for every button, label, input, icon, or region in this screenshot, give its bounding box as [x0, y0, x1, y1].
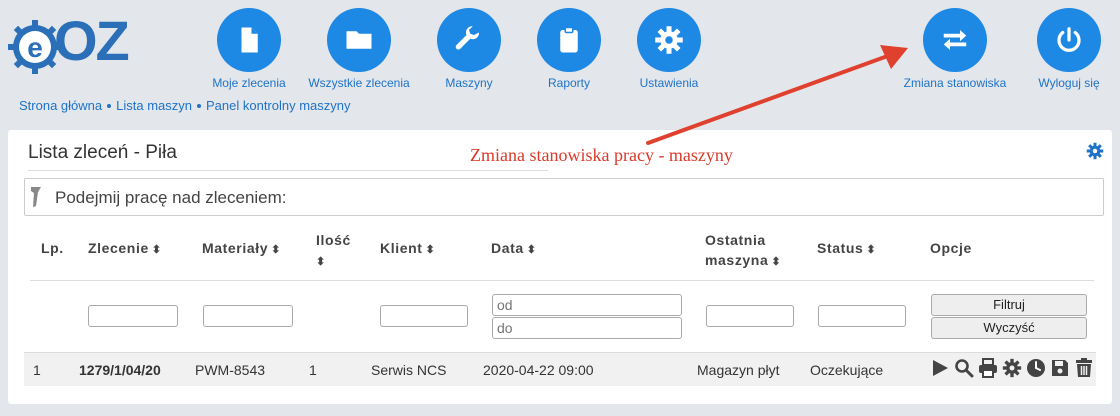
cell-ostatnia-maszyna: Magazyn płyt — [697, 362, 780, 378]
filter-status-input[interactable] — [818, 305, 906, 327]
table-row[interactable]: 1 1279/1/04/20 PWM-8543 1 Serwis NCS 202… — [24, 352, 1096, 386]
title-divider — [28, 170, 548, 171]
page-title: Lista zleceń - Piła — [28, 142, 177, 163]
scan-order-field[interactable]: Podejmij pracę nad zleceniem: — [24, 178, 1104, 216]
trash-icon[interactable] — [1074, 358, 1094, 378]
nav-moje-zlecenia[interactable]: Moje zlecenia — [194, 8, 304, 90]
sort-icon[interactable]: ⬍ — [316, 256, 326, 268]
nav-wszystkie-zlecenia[interactable]: Wszystkie zlecenia — [304, 8, 414, 90]
cell-ilosc: 1 — [309, 362, 317, 378]
column-header-materialy[interactable]: Materiały ⬍ — [202, 240, 281, 256]
column-header-ilosc[interactable]: Ilość ⬍ — [316, 230, 351, 272]
cell-materialy: PWM-8543 — [195, 362, 266, 378]
clipboard-icon — [560, 26, 578, 53]
cell-lp: 1 — [33, 362, 41, 378]
cell-data: 2020-04-22 09:00 — [483, 362, 594, 378]
sort-icon[interactable]: ⬍ — [527, 244, 537, 256]
save-icon[interactable] — [1050, 358, 1070, 378]
column-header-klient[interactable]: Klient ⬍ — [380, 240, 435, 256]
cell-klient: Serwis NCS — [371, 362, 447, 378]
sort-icon[interactable]: ⬍ — [152, 244, 162, 256]
sort-icon[interactable]: ⬍ — [271, 244, 281, 256]
nav-wyloguj[interactable]: Wyloguj się — [1014, 8, 1120, 90]
app-logo[interactable]: e OZ — [8, 9, 148, 74]
nav-label: Raporty — [547, 76, 591, 90]
nav-label: Zmiana stanowiska — [903, 76, 1007, 90]
filter-date-to-input[interactable] — [492, 317, 682, 339]
logo-letter: e — [27, 32, 43, 63]
nav-label: Maszyny — [445, 76, 493, 90]
filter-materialy-input[interactable] — [203, 305, 293, 327]
orders-card: Lista zleceń - Piła Podejmij pracę nad z… — [8, 130, 1112, 404]
play-icon[interactable] — [930, 358, 950, 378]
filter-klient-input[interactable] — [380, 305, 468, 327]
column-header-ostatnia-maszyna[interactable]: Ostatnia maszyna ⬍ — [705, 230, 781, 272]
column-header-opcje: Opcje — [930, 240, 972, 256]
breadcrumb-separator — [197, 104, 201, 108]
sort-icon[interactable]: ⬍ — [771, 256, 781, 268]
breadcrumb-machine-list[interactable]: Lista maszyn — [116, 98, 192, 113]
row-actions — [930, 358, 1094, 378]
gear-icon[interactable] — [1002, 358, 1022, 378]
cell-status: Oczekujące — [810, 362, 884, 378]
nav-label: Ustawienia — [639, 76, 699, 90]
print-icon[interactable] — [978, 358, 998, 378]
cell-zlecenie: 1279/1/04/20 — [79, 362, 161, 378]
nav-label: Wszystkie zlecenia — [308, 76, 410, 90]
clear-button[interactable]: Wyczyść — [931, 317, 1087, 339]
breadcrumb-machine-panel[interactable]: Panel kontrolny maszyny — [206, 98, 351, 113]
wrench-icon — [455, 26, 480, 50]
breadcrumb: Strona główna Lista maszyn Panel kontrolny… — [19, 98, 351, 113]
filter-zlecenie-input[interactable] — [88, 305, 178, 327]
breadcrumb-home[interactable]: Strona główna — [19, 98, 102, 113]
search-icon[interactable] — [954, 358, 974, 378]
column-header-data[interactable]: Data ⬍ — [491, 240, 537, 256]
sort-icon[interactable]: ⬍ — [426, 244, 436, 256]
swap-arrows-icon — [943, 30, 967, 50]
nav-zmiana-stanowiska[interactable]: Zmiana stanowiska — [900, 8, 1010, 90]
scan-label: Podejmij pracę nad zleceniem: — [55, 188, 287, 207]
nav-raporty[interactable]: Raporty — [514, 8, 624, 90]
sort-icon[interactable]: ⬍ — [866, 244, 876, 256]
nav-label: Wyloguj się — [1038, 76, 1100, 90]
filter-button[interactable]: Filtruj — [931, 294, 1087, 316]
folder-icon — [346, 31, 372, 49]
column-header-lp: Lp. — [41, 240, 64, 256]
nav-ustawienia[interactable]: Ustawienia — [614, 8, 724, 90]
annotation-text: Zmiana stanowiska pracy - maszyny — [470, 145, 733, 165]
document-icon — [241, 27, 258, 53]
column-header-status[interactable]: Status ⬍ — [817, 240, 876, 256]
header-divider — [30, 280, 1094, 281]
nav-maszyny[interactable]: Maszyny — [414, 8, 524, 90]
clock-icon[interactable] — [1026, 358, 1046, 378]
top-navigation-bar: e OZ Moje zlecenia Wszystkie zlecenia Ma… — [0, 0, 1120, 120]
logo-text: OZ — [54, 9, 130, 72]
filter-date-from-input[interactable] — [492, 294, 682, 316]
barcode-scanner-icon — [31, 187, 41, 207]
settings-gear-icon[interactable] — [1086, 142, 1104, 160]
gear-icon — [655, 26, 683, 54]
power-icon — [1057, 27, 1081, 52]
filter-ostatnia-maszyna-input[interactable] — [706, 305, 794, 327]
breadcrumb-separator — [107, 104, 112, 108]
nav-label: Moje zlecenia — [212, 76, 286, 90]
column-header-zlecenie[interactable]: Zlecenie ⬍ — [88, 240, 162, 256]
